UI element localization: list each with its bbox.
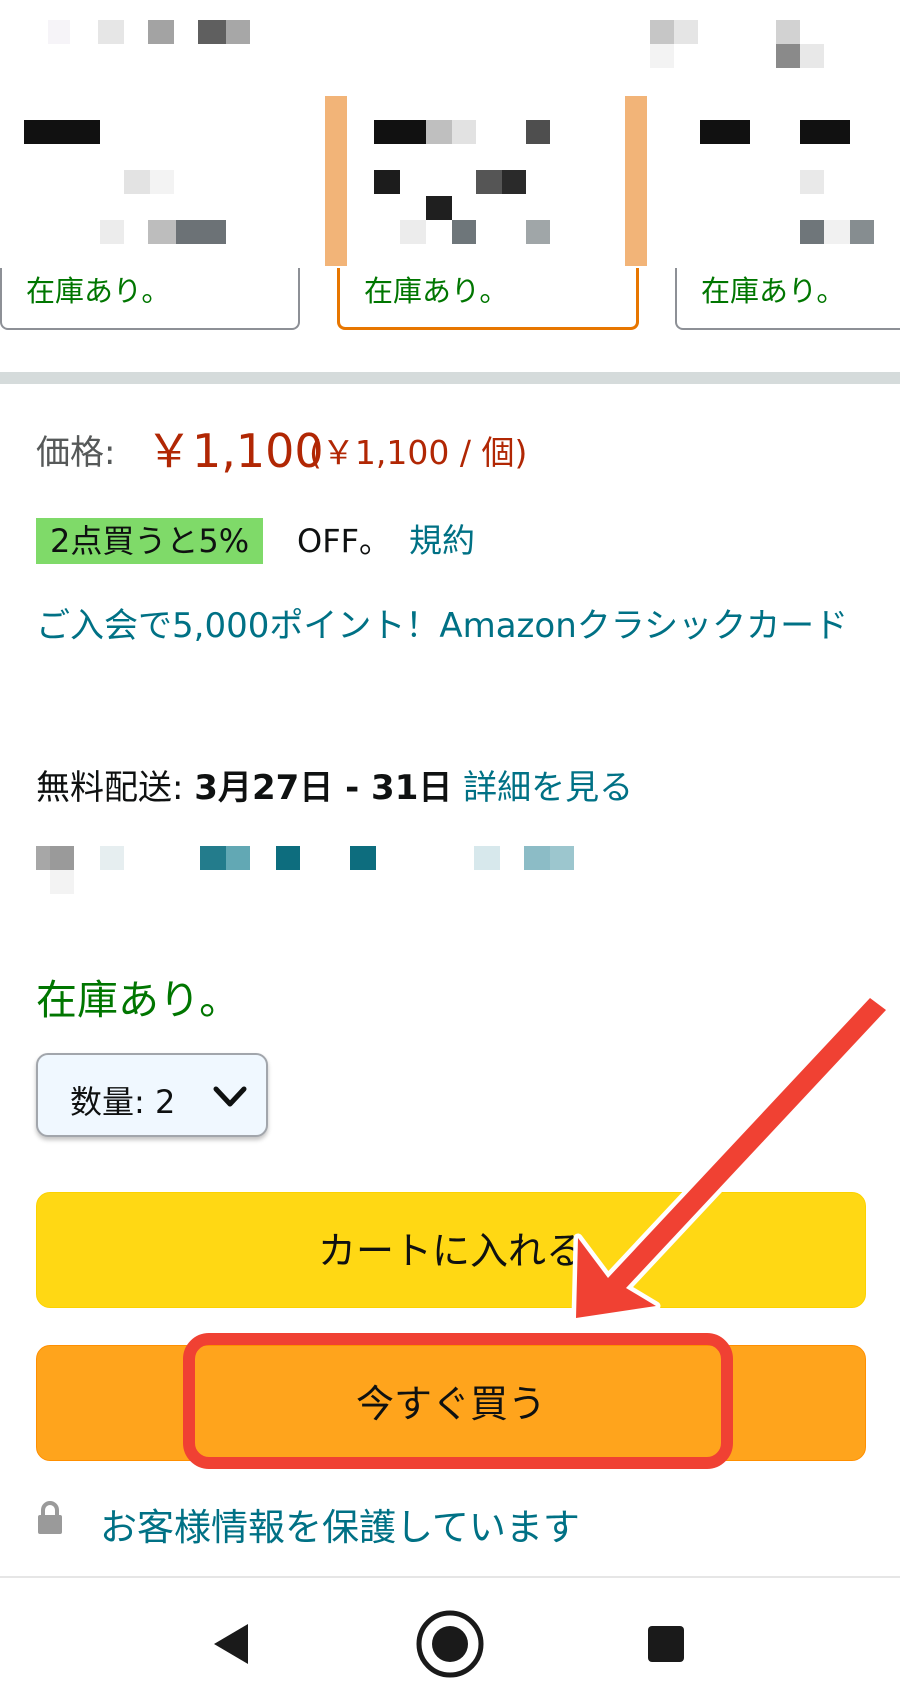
variant-stock-label: 在庫あり。 (26, 274, 171, 308)
system-nav-bar (0, 1576, 900, 1694)
secure-transaction-link[interactable]: お客様情報を保護しています (100, 1497, 580, 1551)
quantity-value: 2 (154, 1083, 176, 1121)
buy-now-highlight (183, 1333, 733, 1469)
variant-stock-label: 在庫あり。 (364, 274, 509, 308)
promo-badge: 2点買うと5% (36, 518, 264, 564)
variant-card-1-frame: 在庫あり。 (0, 268, 300, 330)
pointer-arrow-icon (571, 993, 891, 1323)
variant-card-2-frame: 在庫あり。 (337, 268, 639, 330)
delivery-label: 無料配送: (36, 768, 184, 808)
quantity-text: 数量: 2 (70, 1077, 175, 1123)
price-label: 価格: (36, 433, 116, 473)
back-triangle-icon[interactable] (212, 1622, 252, 1670)
selected-indicator (625, 96, 647, 266)
availability-status: 在庫あり。 (36, 976, 241, 1024)
variant-stock-label: 在庫あり。 (701, 274, 846, 308)
delivery-details-link[interactable]: 詳細を見る (463, 768, 633, 808)
unit-price: (￥1,100 / 個) (309, 433, 528, 472)
delivery-dates: 3月27日 - 31日 (194, 768, 453, 808)
quantity-label: 数量: (70, 1083, 145, 1121)
quantity-dropdown[interactable]: 数量: 2 (36, 1053, 268, 1137)
home-circle-icon[interactable] (414, 1608, 486, 1684)
lock-icon (36, 1500, 64, 1540)
promo-terms-link[interactable]: 規約 (409, 518, 475, 564)
recents-square-icon[interactable] (646, 1624, 686, 1668)
credit-card-offer-link[interactable]: ご入会で5,000ポイント！Amazonクラシックカード (36, 602, 876, 650)
price-amount: ￥1,100 (146, 424, 324, 478)
section-divider (0, 372, 900, 384)
delivery-info: 無料配送: 3月27日 - 31日 詳細を見る (36, 760, 633, 809)
variant-card-3-frame: 在庫あり。 (675, 268, 900, 330)
promo-suffix: OFF。 (297, 522, 392, 560)
chevron-down-icon (210, 1077, 250, 1121)
selected-indicator (325, 96, 347, 266)
